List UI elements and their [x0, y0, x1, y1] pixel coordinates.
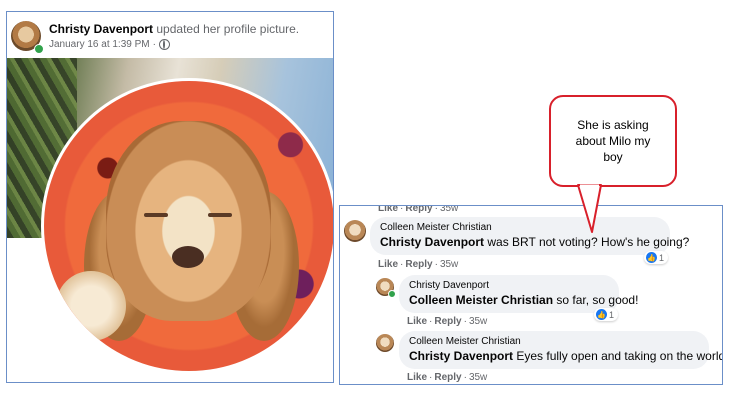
callout-pointer	[577, 184, 602, 233]
callout-tail-shape	[577, 184, 602, 233]
